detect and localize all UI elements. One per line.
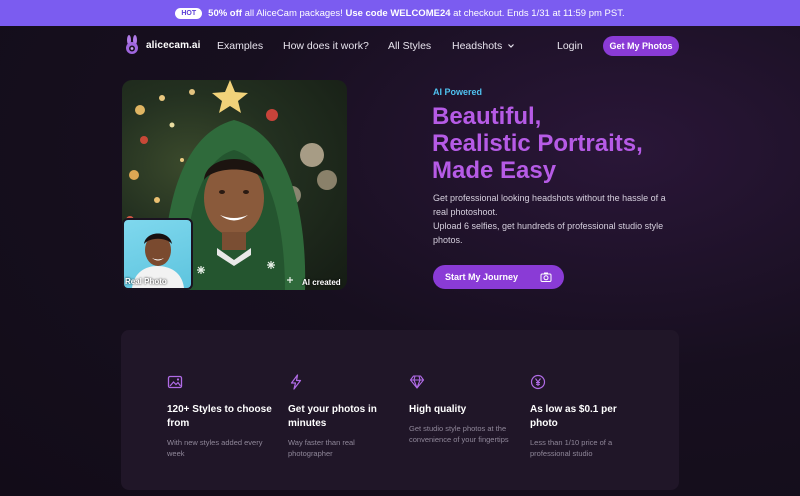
chevron-down-icon — [508, 44, 515, 49]
hero-desc-line: photos. — [433, 235, 463, 245]
start-my-journey-button[interactable]: Start My Journey — [433, 265, 564, 289]
hero-desc-line: real photoshoot. — [433, 207, 498, 217]
hero-desc-line: Get professional looking headshots witho… — [433, 193, 666, 203]
feature-price: As low as $0.1 per photo Less than 1/10 … — [530, 374, 642, 459]
promo-banner: HOT 50% off all AliceCam packages! Use c… — [0, 0, 800, 26]
nav-all-styles[interactable]: All Styles — [388, 40, 431, 52]
promo-code: Use code WELCOME24 — [345, 7, 451, 19]
feature-title: 120+ Styles to choose from — [167, 404, 272, 429]
diamond-icon — [409, 375, 425, 389]
hero-title-line: Made Easy — [432, 157, 557, 184]
feature-desc: Way faster than real photographer — [288, 438, 355, 458]
feature-title: As low as $0.1 per photo — [530, 404, 617, 429]
hero-description: Get professional looking headshots witho… — [433, 191, 693, 247]
get-my-photos-button[interactable]: Get My Photos — [603, 36, 679, 56]
feature-desc: Less than 1/10 price of a professional s… — [530, 438, 613, 458]
feature-title: High quality — [409, 404, 467, 415]
hero-title-line: Beautiful, — [432, 103, 542, 130]
features-panel: 120+ Styles to choose from With new styl… — [121, 330, 679, 490]
image-icon — [167, 375, 183, 389]
promo-text-1: all AliceCam packages! — [241, 7, 346, 19]
feature-desc: Get studio style photos at the convenien… — [409, 424, 509, 444]
hot-badge: HOT — [175, 7, 203, 19]
nav-headshots-label: Headshots — [452, 40, 503, 52]
promo-highlight: 50% off — [208, 7, 242, 19]
nav-examples[interactable]: Examples — [217, 40, 263, 52]
real-photo-label: Real Photo — [125, 277, 167, 286]
hero-title: Beautiful, Realistic Portraits, Made Eas… — [432, 103, 732, 184]
feature-quality: High quality Get studio style photos at … — [409, 374, 521, 445]
hero-title-line: Realistic Portraits, — [432, 130, 643, 157]
feature-title: Get your photos in minutes — [288, 404, 377, 429]
camera-icon — [540, 272, 552, 282]
brand-logo[interactable]: alicecam.ai — [124, 35, 200, 55]
brand-name: alicecam.ai — [146, 39, 201, 51]
feature-desc: With new styles added every week — [167, 438, 263, 458]
feature-speed: Get your photos in minutes Way faster th… — [288, 374, 400, 459]
hero-desc-line: Upload 6 selfies, get hundreds of profes… — [433, 221, 664, 231]
bunny-logo-icon — [126, 35, 138, 54]
lightning-icon — [290, 374, 302, 390]
yen-coin-icon — [530, 374, 546, 390]
promo-text-2: at checkout. Ends 1/31 at 11:59 pm PST. — [450, 7, 625, 19]
login-link[interactable]: Login — [557, 40, 583, 52]
nav-headshots[interactable]: Headshots — [452, 40, 515, 52]
ai-created-label: AI created — [302, 278, 341, 287]
start-my-journey-label: Start My Journey — [445, 272, 519, 282]
nav-how-it-works[interactable]: How does it work? — [283, 40, 369, 52]
hero-eyebrow: AI Powered — [433, 87, 483, 97]
feature-styles: 120+ Styles to choose from With new styl… — [167, 374, 279, 459]
top-nav: alicecam.ai Examples How does it work? A… — [0, 26, 800, 66]
real-photo-image: Real Photo — [122, 218, 193, 290]
